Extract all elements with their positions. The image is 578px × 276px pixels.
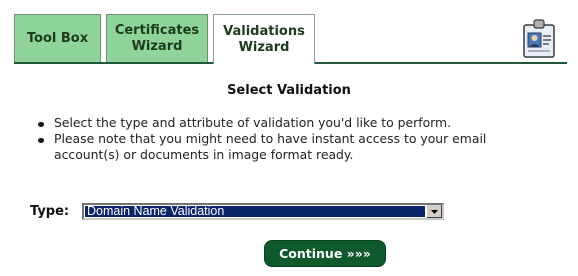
list-item-text: Please note that you might need to have … [54, 131, 487, 162]
type-select-value: Domain Name Validation [85, 206, 425, 217]
tab-bar: Tool Box Certificates Wizard Validations… [0, 0, 578, 66]
list-item: Please note that you might need to have … [36, 131, 546, 163]
tab-tool-box[interactable]: Tool Box [14, 14, 101, 62]
type-select[interactable]: Domain Name Validation [82, 203, 444, 220]
tab-validations-wizard[interactable]: Validations Wizard [213, 14, 315, 64]
type-label: Type: [30, 204, 70, 219]
bullet-icon [38, 122, 44, 127]
instruction-list: Select the type and attribute of validat… [36, 115, 546, 163]
tab-label: Certificates Wizard [114, 22, 200, 54]
tab-certificates-wizard[interactable]: Certificates Wizard [106, 14, 208, 62]
tab-label: Validations Wizard [223, 23, 305, 55]
tab-label: Tool Box [26, 30, 89, 46]
chevron-down-icon[interactable] [426, 205, 442, 218]
list-item-text: Select the type and attribute of validat… [54, 115, 452, 130]
id-badge-icon [523, 19, 555, 58]
list-item: Select the type and attribute of validat… [36, 115, 546, 131]
bullet-icon [38, 138, 44, 143]
page-title: Select Validation [227, 83, 351, 98]
continue-button[interactable]: Continue »»» [264, 240, 386, 267]
